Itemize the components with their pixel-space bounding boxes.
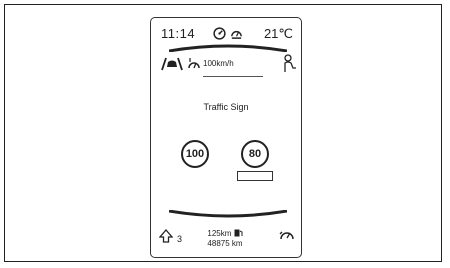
speed-limiter-icon xyxy=(188,58,200,69)
cruise-control-icon xyxy=(231,30,242,39)
speed-sign-second: 80 xyxy=(241,140,269,168)
fuel-pump-icon xyxy=(234,229,243,237)
speed-sign-first: 100 xyxy=(181,140,209,168)
driver-assist-row: 100km/h xyxy=(159,54,297,76)
upper-divider-curve xyxy=(169,44,287,52)
gear-indicator: 3 xyxy=(177,234,183,244)
range-value: 125km xyxy=(207,229,232,238)
lower-divider-curve xyxy=(169,210,287,218)
speed-sign-first-value: 100 xyxy=(185,148,205,160)
assist-row-underline xyxy=(203,76,263,77)
lane-keep-car-icon xyxy=(161,57,183,71)
eco-drive-icon xyxy=(279,231,294,240)
driver-attention-icon xyxy=(284,54,296,72)
traffic-sign-title: Traffic Sign xyxy=(203,102,249,112)
gear-shift-up-icon xyxy=(159,229,173,243)
speed-sign-second-value: 80 xyxy=(248,148,262,160)
supplementary-sign-plate xyxy=(237,171,273,181)
status-bar: 11:14 21℃ xyxy=(161,26,293,42)
outside-temperature: 21℃ xyxy=(263,26,293,41)
trip-info-row: 3 125km 48875 km xyxy=(159,225,297,253)
speed-limit-value: 100km/h xyxy=(203,59,234,68)
instrument-cluster-display: 11:14 21℃ 100km/h Traffic Sign 100 80 3 … xyxy=(150,17,302,258)
clock-time: 11:14 xyxy=(161,26,196,41)
odometer-value: 48875 km xyxy=(207,239,243,248)
speedometer-icon xyxy=(213,27,226,40)
range-odometer: 125km 48875 km xyxy=(189,229,261,249)
